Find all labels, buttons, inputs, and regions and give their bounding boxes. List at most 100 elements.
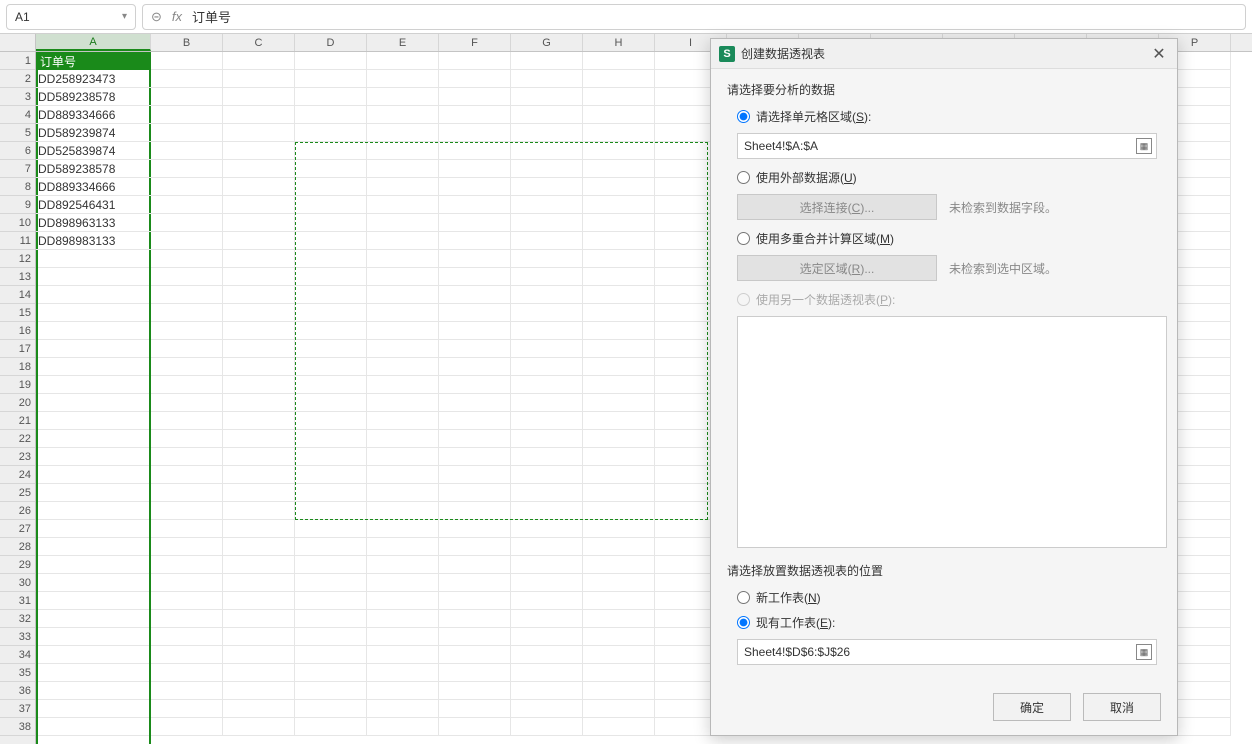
row-header[interactable]: 28 (0, 538, 35, 556)
cell[interactable] (36, 466, 151, 484)
cell[interactable] (367, 682, 439, 700)
cell[interactable] (439, 376, 511, 394)
row-header[interactable]: 11 (0, 232, 35, 250)
row-header[interactable]: 33 (0, 628, 35, 646)
row-header[interactable]: 32 (0, 610, 35, 628)
cell[interactable] (439, 214, 511, 232)
cell[interactable] (367, 358, 439, 376)
col-header[interactable]: E (367, 34, 439, 51)
cell[interactable] (583, 520, 655, 538)
cell[interactable] (367, 304, 439, 322)
cell[interactable] (583, 664, 655, 682)
cell[interactable] (36, 340, 151, 358)
cell[interactable] (367, 520, 439, 538)
cell[interactable] (223, 358, 295, 376)
cell[interactable] (151, 448, 223, 466)
cell[interactable] (223, 592, 295, 610)
cell[interactable] (151, 124, 223, 142)
cell[interactable] (223, 268, 295, 286)
cell[interactable] (367, 376, 439, 394)
cell[interactable] (151, 430, 223, 448)
cell[interactable] (439, 88, 511, 106)
cell[interactable] (511, 520, 583, 538)
row-header[interactable]: 8 (0, 178, 35, 196)
radio-new-sheet[interactable]: 新工作表(N) (737, 589, 1161, 606)
row-header[interactable]: 7 (0, 160, 35, 178)
cell[interactable] (511, 484, 583, 502)
cell[interactable] (36, 556, 151, 574)
row-header[interactable]: 14 (0, 286, 35, 304)
cell[interactable] (151, 160, 223, 178)
row-header[interactable]: 23 (0, 448, 35, 466)
cell[interactable] (367, 250, 439, 268)
cell[interactable] (36, 70, 151, 88)
cell[interactable] (151, 538, 223, 556)
cell[interactable] (223, 628, 295, 646)
row-header[interactable]: 27 (0, 520, 35, 538)
cell[interactable] (295, 412, 367, 430)
cell[interactable] (36, 124, 151, 142)
cell[interactable] (511, 52, 583, 70)
cell[interactable] (439, 358, 511, 376)
cell[interactable] (583, 718, 655, 736)
name-box[interactable]: A1 ▾ (6, 4, 136, 30)
cell[interactable] (367, 484, 439, 502)
col-header[interactable]: G (511, 34, 583, 51)
cell[interactable] (295, 556, 367, 574)
cell[interactable] (36, 358, 151, 376)
cell[interactable] (36, 538, 151, 556)
row-header[interactable]: 35 (0, 664, 35, 682)
cell[interactable] (511, 160, 583, 178)
cell[interactable] (583, 52, 655, 70)
row-header[interactable]: 25 (0, 484, 35, 502)
formula-input[interactable]: ⊝ fx 订单号 (142, 4, 1246, 30)
cell[interactable] (511, 124, 583, 142)
cell[interactable] (583, 592, 655, 610)
cell[interactable] (583, 502, 655, 520)
cell[interactable] (583, 376, 655, 394)
cell[interactable] (223, 394, 295, 412)
cell[interactable] (511, 466, 583, 484)
cell[interactable] (583, 124, 655, 142)
row-header[interactable]: 34 (0, 646, 35, 664)
cell[interactable] (511, 376, 583, 394)
cell[interactable] (36, 412, 151, 430)
cell[interactable] (295, 52, 367, 70)
cell[interactable] (36, 142, 151, 160)
cell[interactable] (511, 178, 583, 196)
cell[interactable] (367, 394, 439, 412)
cell[interactable] (295, 502, 367, 520)
cell[interactable] (367, 142, 439, 160)
cell[interactable] (223, 340, 295, 358)
cell[interactable] (223, 286, 295, 304)
close-icon[interactable]: ✕ (1149, 44, 1169, 64)
cell[interactable] (36, 646, 151, 664)
dialog-titlebar[interactable]: S 创建数据透视表 ✕ (711, 39, 1177, 69)
row-header[interactable]: 22 (0, 430, 35, 448)
cell[interactable] (295, 664, 367, 682)
cell[interactable] (583, 160, 655, 178)
cell[interactable] (151, 214, 223, 232)
cell[interactable] (583, 322, 655, 340)
cell[interactable] (511, 142, 583, 160)
cell[interactable] (583, 484, 655, 502)
cell[interactable] (151, 340, 223, 358)
cell[interactable] (367, 232, 439, 250)
cell[interactable] (583, 358, 655, 376)
cell[interactable] (511, 286, 583, 304)
cell[interactable] (439, 142, 511, 160)
cell[interactable] (223, 412, 295, 430)
cell[interactable] (583, 430, 655, 448)
radio-multi-input[interactable] (737, 232, 750, 245)
cell[interactable] (583, 466, 655, 484)
cell[interactable] (511, 610, 583, 628)
cell[interactable] (151, 718, 223, 736)
cell[interactable] (367, 106, 439, 124)
row-header[interactable]: 17 (0, 340, 35, 358)
cell[interactable] (295, 682, 367, 700)
cell[interactable] (583, 340, 655, 358)
cell[interactable] (439, 394, 511, 412)
cell[interactable] (583, 196, 655, 214)
cell[interactable] (36, 232, 151, 250)
cell[interactable] (439, 700, 511, 718)
